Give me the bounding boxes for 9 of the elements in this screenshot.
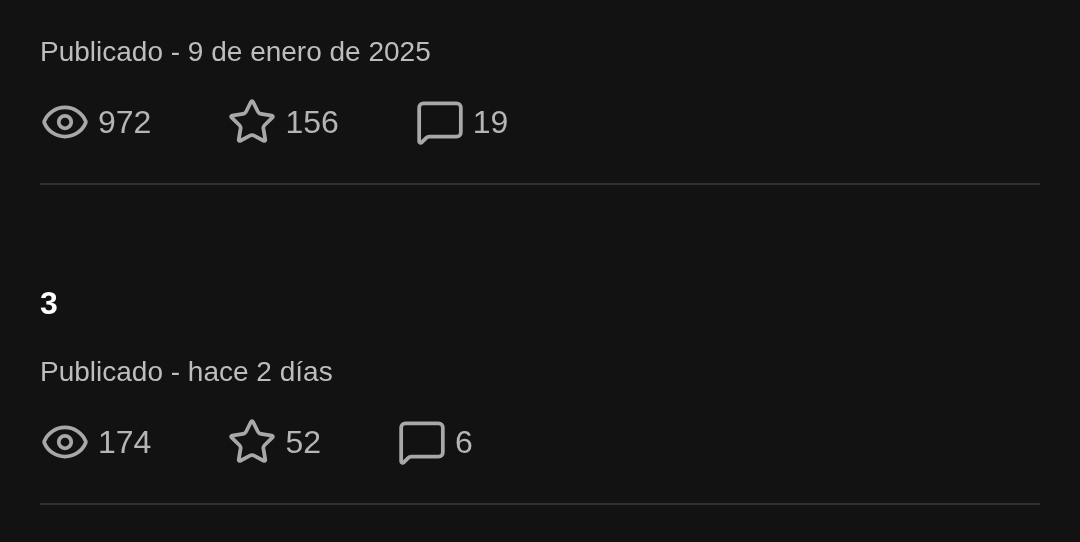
comment-count: 19 xyxy=(472,103,509,142)
post-date: Publicado - 9 de enero de 2025 xyxy=(40,35,432,69)
view-count: 972 xyxy=(98,103,152,142)
star-count: 52 xyxy=(285,423,321,462)
post-title[interactable]: 3 xyxy=(40,283,1040,323)
post-date: Publicado - hace 2 días xyxy=(40,355,334,389)
star-count: 156 xyxy=(285,103,339,142)
comment-count: 6 xyxy=(455,423,473,462)
view-count: 174 xyxy=(98,423,152,462)
